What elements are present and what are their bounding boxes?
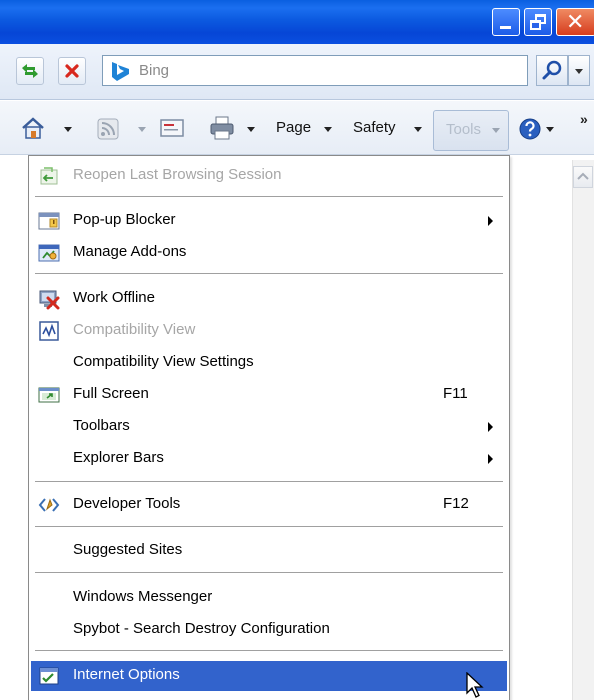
chevron-up-icon [577,172,589,180]
internet-options-icon [39,667,59,685]
bing-logo-icon [112,62,129,81]
tools-menu: Reopen Last Browsing Session Pop-up Bloc… [28,155,510,700]
minimize-icon [500,26,511,29]
page-dropdown-icon [324,127,332,132]
mail-icon [160,119,184,137]
overflow-chevron-icon[interactable]: » [580,111,588,127]
refresh-icon [22,64,38,78]
mouse-cursor-icon [466,672,484,698]
command-bar: Page Safety Tools » [0,101,594,155]
work-offline-icon [39,290,60,310]
feeds-button[interactable] [96,117,120,141]
submenu-arrow-icon [488,454,493,464]
feeds-dropdown-icon [138,127,146,132]
vertical-scrollbar[interactable] [572,160,594,700]
menu-separator [35,196,503,198]
menu-item-compatibility-view-settings[interactable]: Compatibility View Settings [31,348,507,378]
minimize-button[interactable] [492,8,520,36]
search-input[interactable]: Bing [102,55,528,86]
submenu-arrow-icon [488,422,493,432]
print-dropdown-icon[interactable] [247,127,255,132]
compatibility-view-icon [39,321,59,341]
menu-item-suggested-sites[interactable]: Suggested Sites [31,536,507,566]
restore-button[interactable] [524,8,552,36]
menu-item-full-screen[interactable]: Full Screen F11 [31,380,507,410]
menu-separator [35,526,503,528]
read-mail-button[interactable] [160,118,184,138]
menu-item-developer-tools[interactable]: Developer Tools F12 [31,490,507,520]
menu-separator [35,481,503,483]
page-menu-button[interactable]: Page [276,119,311,136]
home-dropdown-icon[interactable] [64,127,72,132]
tools-label: Tools [446,121,482,138]
menu-item-reopen-last-browsing-session[interactable]: Reopen Last Browsing Session [31,161,507,191]
tools-dropdown-icon [492,128,500,133]
tools-menu-button[interactable]: Tools [433,110,509,151]
menu-item-work-offline[interactable]: Work Offline [31,284,507,314]
close-icon: ✕ [566,9,585,34]
menu-item-popup-blocker[interactable]: Pop-up Blocker [31,206,507,236]
print-button[interactable] [208,115,236,141]
search-placeholder: Bing [139,62,170,79]
stop-button[interactable] [58,57,86,85]
search-icon [542,60,562,80]
addons-icon [38,244,60,262]
full-screen-icon [38,387,60,403]
feeds-icon [97,118,119,140]
home-icon [22,117,44,139]
dropdown-icon [575,69,583,74]
scroll-up-button[interactable] [573,166,593,188]
printer-icon [210,116,234,140]
search-button[interactable] [536,55,568,86]
developer-tools-icon [38,498,60,512]
refresh-button[interactable] [16,57,44,85]
search-options-button[interactable] [568,55,590,86]
menu-item-spybot-configuration[interactable]: Spybot - Search Destroy Configuration [31,615,507,645]
menu-item-explorer-bars[interactable]: Explorer Bars [31,444,507,474]
reopen-session-icon [40,167,58,185]
menu-item-manage-addons[interactable]: Manage Add-ons [31,238,507,268]
title-bar: ✕ [0,0,594,44]
navigation-bar: Bing [0,44,594,100]
submenu-arrow-icon [488,216,493,226]
menu-item-internet-options[interactable]: Internet Options [31,661,507,691]
help-button[interactable] [518,117,542,141]
close-button[interactable]: ✕ [556,8,594,36]
popup-blocker-icon [38,212,60,230]
safety-menu-button[interactable]: Safety [353,119,396,136]
home-button[interactable] [20,115,46,141]
stop-icon [65,64,79,78]
safety-dropdown-icon [414,127,422,132]
menu-item-windows-messenger[interactable]: Windows Messenger [31,583,507,613]
menu-item-compatibility-view[interactable]: Compatibility View [31,316,507,346]
menu-item-toolbars[interactable]: Toolbars [31,412,507,442]
menu-separator [35,273,503,275]
help-dropdown-icon[interactable] [546,127,554,132]
menu-separator [35,572,503,574]
help-icon [519,118,541,140]
menu-separator [35,650,503,652]
